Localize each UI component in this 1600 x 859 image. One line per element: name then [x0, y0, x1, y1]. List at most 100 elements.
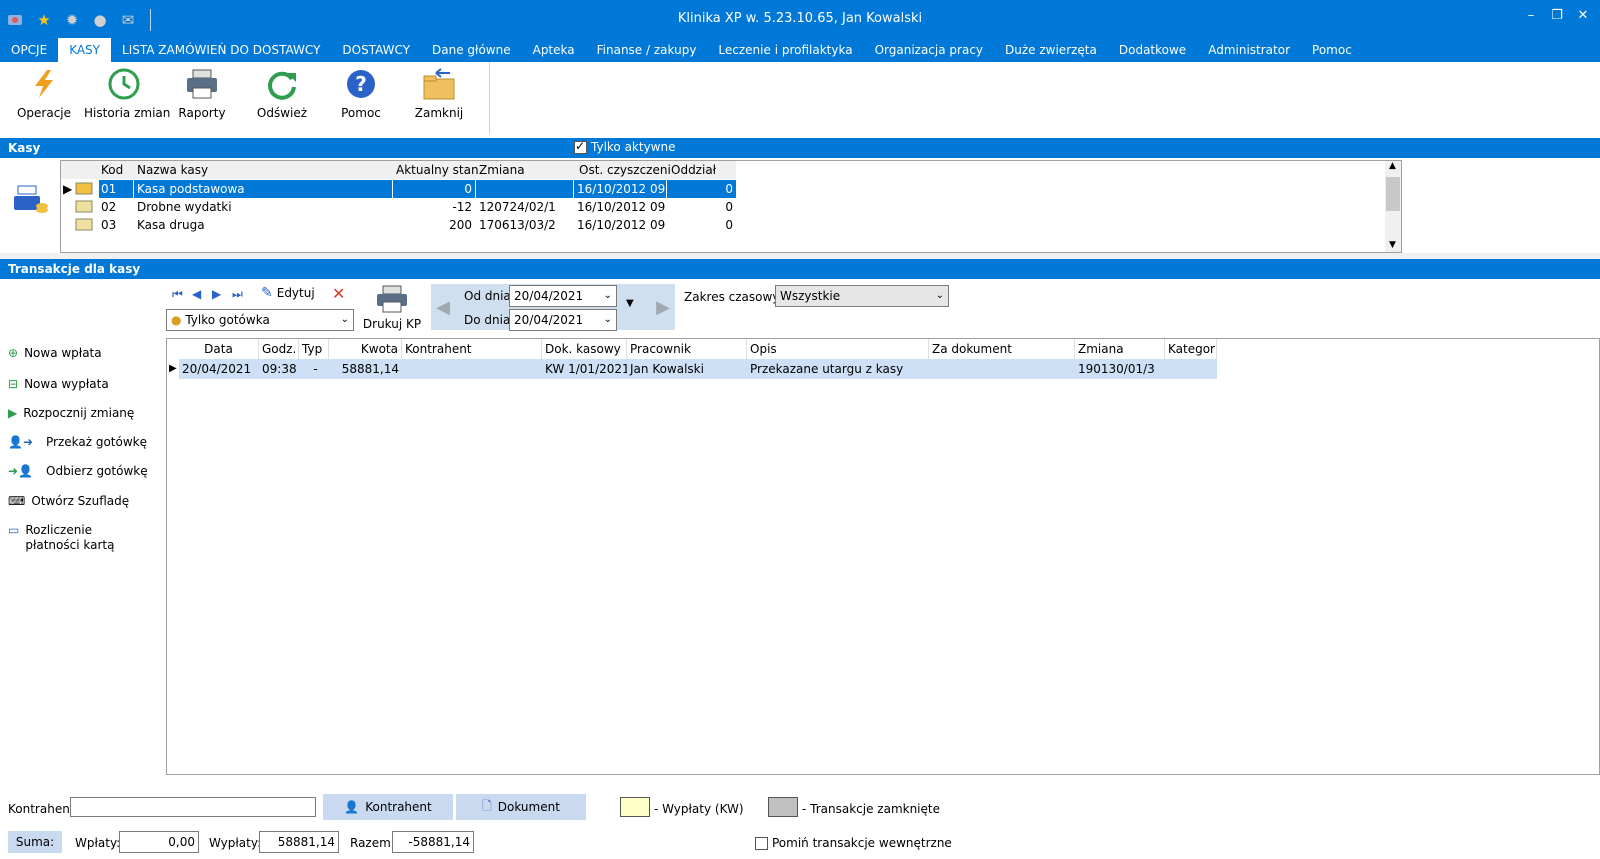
kasa-row-3-oddzial[interactable]: 0: [667, 216, 736, 234]
nowa-wplata-button[interactable]: ⊕ Nowa wpłata: [8, 346, 102, 360]
delete-icon[interactable]: ✕: [332, 284, 345, 303]
tran-row-dok[interactable]: KW 1/01/2021: [542, 359, 627, 379]
prev-period-button[interactable]: ◀: [431, 284, 455, 330]
edytuj-button[interactable]: ✎ Edytuj: [261, 285, 315, 301]
kasa-row-1-ost[interactable]: 16/10/2012 09:48: [574, 180, 666, 198]
tran-row-zmiana[interactable]: 190130/01/3: [1075, 359, 1165, 379]
kasa-row-3-zmiana[interactable]: 170613/03/2: [476, 216, 573, 234]
rozpocznij-zmiane-button[interactable]: ▶ Rozpocznij zmianę: [8, 406, 134, 420]
rozliczenie-karta-button[interactable]: ▭ Rozliczenie płatności kartą: [8, 523, 158, 553]
kasa-row-3-stan[interactable]: 200: [393, 216, 475, 234]
col-nazwa[interactable]: Nazwa kasy: [137, 161, 209, 179]
last-record-icon[interactable]: ⏭: [232, 287, 243, 302]
menu-item-12[interactable]: Pomoc: [1301, 38, 1363, 62]
tran-row-godz[interactable]: 09:38: [259, 359, 299, 379]
zakres-dropdown[interactable]: Wszystkie ⌄: [775, 285, 949, 307]
menu-item-11[interactable]: Administrator: [1197, 38, 1301, 62]
odswiez-button[interactable]: Odśwież: [242, 66, 322, 120]
col-kod[interactable]: Kod: [101, 161, 124, 179]
od-dnia-input[interactable]: 20/04/2021 ⌄: [509, 285, 617, 307]
tran-row-kontrahent[interactable]: [402, 359, 542, 379]
scroll-up-icon[interactable]: ▲: [1389, 161, 1396, 171]
tran-row-pracownik[interactable]: Jan Kowalski: [627, 359, 747, 379]
col-pracownik[interactable]: Pracownik: [627, 339, 747, 359]
col-kwota[interactable]: Kwota: [329, 339, 402, 359]
restore-button[interactable]: ❐: [1546, 6, 1568, 26]
menu-item-3[interactable]: DOSTAWCY: [331, 38, 421, 62]
tran-row-data[interactable]: 20/04/2021: [179, 359, 259, 379]
kasa-row-2-zmiana[interactable]: 120724/02/1: [476, 198, 573, 216]
kasa-row-2-stan[interactable]: -12: [393, 198, 475, 216]
prev-record-icon[interactable]: ◀: [192, 287, 201, 301]
kasa-row-2-kod[interactable]: 02: [99, 198, 133, 216]
col-ost[interactable]: Ost. czyszczenie: [579, 161, 679, 179]
kasa-row-2-nazwa[interactable]: Drobne wydatki: [134, 198, 392, 216]
kontrahent-input[interactable]: [70, 797, 316, 817]
raporty-button[interactable]: Raporty: [162, 66, 242, 120]
period-dropdown-icon[interactable]: ▼: [626, 298, 634, 309]
col-typ[interactable]: Typ: [299, 339, 329, 359]
do-dnia-input[interactable]: 20/04/2021 ⌄: [509, 309, 617, 331]
otworz-szuflade-button[interactable]: ⌨ Otwórz Szufladę: [8, 494, 129, 508]
odbierz-gotowke-button[interactable]: ➜👤 Odbierz gotówkę: [8, 464, 148, 478]
menu-item-9[interactable]: Duże zwierzęta: [994, 38, 1108, 62]
drukuj-kp-button[interactable]: Drukuj KP: [362, 284, 422, 331]
kasa-row-3-nazwa[interactable]: Kasa druga: [134, 216, 392, 234]
kasa-row-3-ost[interactable]: 16/10/2012 09:51: [574, 216, 666, 234]
dokument-button[interactable]: 🗋 Dokument: [456, 794, 586, 820]
col-kategoria[interactable]: Kategoria: [1165, 339, 1217, 359]
checkbox-box[interactable]: [574, 139, 587, 154]
close-button[interactable]: ✕: [1572, 6, 1594, 26]
kasa-row-1-oddzial[interactable]: 0: [667, 180, 736, 198]
tylko-aktywne-checkbox[interactable]: Tylko aktywne: [574, 139, 676, 154]
pomin-checkbox[interactable]: Pomiń transakcje wewnętrzne: [755, 836, 952, 850]
nowa-wyplata-button[interactable]: ⊟ Nowa wypłata: [8, 377, 109, 391]
col-kontrahent[interactable]: Kontrahent: [402, 339, 542, 359]
menu-item-4[interactable]: Dane główne: [421, 38, 522, 62]
kasa-row-2-ost[interactable]: 16/10/2012 09:51: [574, 198, 666, 216]
menu-item-7[interactable]: Leczenie i profilaktyka: [707, 38, 863, 62]
przekaz-gotowke-button[interactable]: 👤➜ Przekaż gotówkę: [8, 435, 147, 449]
menu-item-10[interactable]: Dodatkowe: [1108, 38, 1197, 62]
kasa-row-2-oddzial[interactable]: 0: [667, 198, 736, 216]
scroll-down-icon[interactable]: ▼: [1389, 240, 1396, 250]
operacje-button[interactable]: Operacje: [4, 66, 84, 120]
tran-row-kwota[interactable]: 58881,14: [329, 359, 402, 379]
kasa-row-1-nazwa[interactable]: Kasa podstawowa: [134, 180, 392, 198]
col-opis[interactable]: Opis: [747, 339, 929, 359]
tran-row-za-dokument[interactable]: [929, 359, 1075, 379]
do-dnia-value: 20/04/2021: [514, 313, 584, 327]
col-dok[interactable]: Dok. kasowy: [542, 339, 627, 359]
next-period-button[interactable]: ▶: [651, 284, 675, 330]
menu-item-5[interactable]: Apteka: [522, 38, 586, 62]
minimize-button[interactable]: –: [1520, 6, 1542, 26]
col-zmiana[interactable]: Zmiana: [1075, 339, 1165, 359]
kasa-row-1-stan[interactable]: 0: [393, 180, 475, 198]
filter-dropdown[interactable]: ● Tylko gotówka ⌄: [166, 309, 354, 331]
checkbox-box[interactable]: [755, 836, 768, 850]
historia-zmian-button[interactable]: Historia zmian: [84, 66, 170, 120]
col-za-dokument[interactable]: Za dokument: [929, 339, 1075, 359]
col-data[interactable]: Data: [179, 339, 259, 359]
zamknij-button[interactable]: Zamknij: [399, 66, 479, 120]
pomoc-button[interactable]: ? Pomoc: [321, 66, 401, 120]
kasa-row-1-kod[interactable]: 01: [99, 180, 133, 198]
next-record-icon[interactable]: ▶: [212, 287, 221, 301]
menu-item-2[interactable]: LISTA ZAMÓWIEŃ DO DOSTAWCY: [111, 38, 331, 62]
first-record-icon[interactable]: ⏮: [172, 287, 183, 302]
kasa-row-3-kod[interactable]: 03: [99, 216, 133, 234]
col-oddzial[interactable]: Oddział: [671, 161, 717, 179]
kontrahent-button[interactable]: 👤 Kontrahent: [323, 794, 453, 820]
tran-row-typ[interactable]: -: [299, 359, 329, 379]
tran-row-opis[interactable]: Przekazane utargu z kasy: [747, 359, 929, 379]
menu-item-8[interactable]: Organizacja pracy: [864, 38, 994, 62]
menu-item-0[interactable]: OPCJE: [0, 38, 58, 62]
menu-item-1[interactable]: KASY: [58, 38, 112, 62]
col-stan[interactable]: Aktualny stan: [396, 161, 479, 179]
kasa-row-1-zmiana[interactable]: [476, 180, 573, 198]
kasy-scrollbar-thumb[interactable]: [1386, 177, 1400, 211]
col-godz[interactable]: Godz.: [259, 339, 299, 359]
col-zmiana[interactable]: Zmiana: [479, 161, 525, 179]
menu-item-6[interactable]: Finanse / zakupy: [586, 38, 708, 62]
tran-row-kategoria[interactable]: [1165, 359, 1217, 379]
